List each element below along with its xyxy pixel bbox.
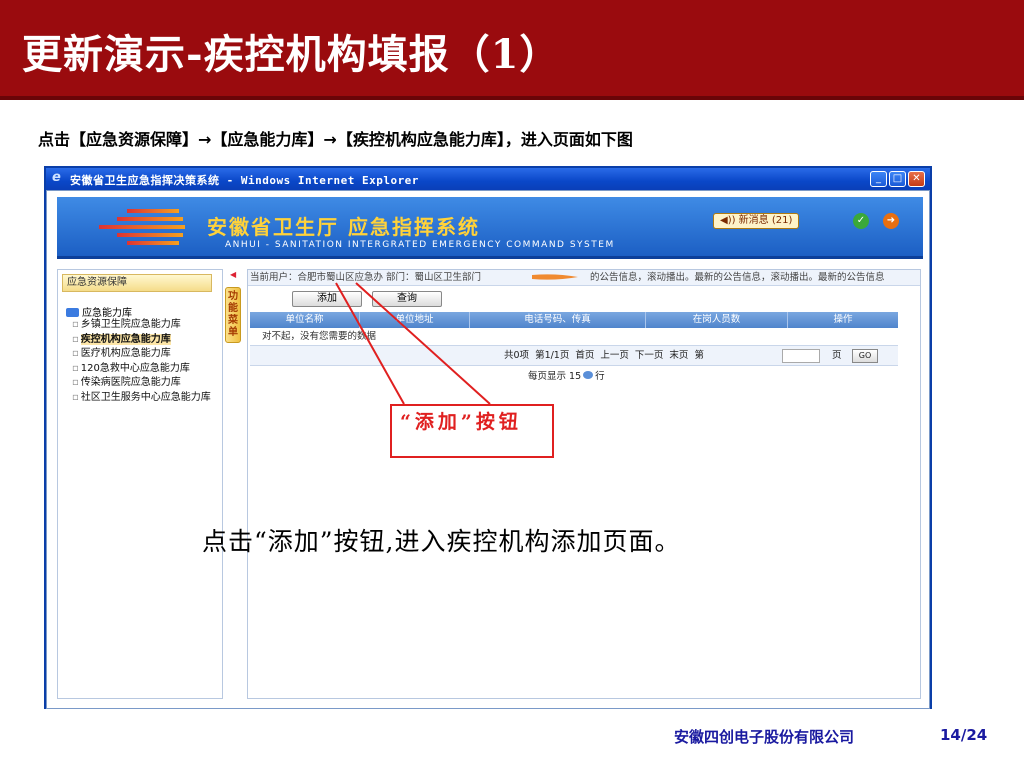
ie-logo-icon: e [52, 170, 61, 185]
sidebar: 应急资源保障 应急能力库 ▫ 乡镇卫生院应急能力库 ▫ 疾控机构应急能力库 ▫ 医疗机… [57, 269, 223, 699]
sidebar-item-medical[interactable]: ▫ 医疗机构应急能力库 [72, 347, 211, 362]
toolbar: 添加 查询 [248, 288, 920, 310]
spinner-icon[interactable] [583, 371, 594, 379]
folder-icon [66, 308, 79, 317]
collapse-arrow-icon[interactable]: ◀ [230, 270, 236, 279]
main-panel: 当前用户：合肥市蜀山区应急办 部门：蜀山区卫生部门 的公告信息，滚动播出。最新的… [247, 269, 921, 699]
current-user-info: 当前用户：合肥市蜀山区应急办 部门：蜀山区卫生部门 [250, 272, 482, 283]
ie-titlebar[interactable]: e 安徽省卫生应急指挥决策系统 - Windows Internet Explo… [46, 168, 930, 190]
sidebar-item-120[interactable]: ▫ 120急救中心应急能力库 [72, 362, 211, 377]
banner-title: 安徽省卫生厅 应急指挥系统 [207, 215, 480, 239]
slide-caption: 点击“添加”按钮,进入疾控机构添加页面。 [202, 527, 681, 556]
maximize-button[interactable]: □ [889, 171, 906, 187]
exit-icon[interactable]: ➜ [883, 213, 899, 229]
sidebar-root[interactable]: 应急能力库 [66, 304, 132, 319]
minimize-button[interactable]: _ [870, 171, 887, 187]
marquee-arrow-icon [532, 274, 578, 280]
page-number-input[interactable] [782, 349, 820, 363]
go-button[interactable]: GO [852, 349, 878, 363]
column-header[interactable]: 电话号码、传真 [470, 312, 646, 328]
sidebar-item-cdc[interactable]: ▫ 疾控机构应急能力库 [72, 333, 211, 348]
footer-page-number: 14/24 [940, 726, 988, 744]
table-header: 单位名称 单位地址 电话号码、传真 在岗人员数 操作 [250, 312, 898, 328]
add-button[interactable]: 添加 [292, 291, 362, 307]
close-button[interactable]: ✕ [908, 171, 925, 187]
column-header[interactable]: 单位地址 [360, 312, 470, 328]
column-header[interactable]: 在岗人员数 [646, 312, 788, 328]
news-badge[interactable]: ◀)) 新消息 (21) [713, 213, 800, 229]
column-header[interactable]: 单位名称 [250, 312, 360, 328]
function-menu-tab[interactable]: 功能菜单 [225, 287, 241, 343]
per-page-control[interactable]: 每页显示 15 行 [528, 368, 605, 382]
notice-marquee: 的公告信息，滚动播出。最新的公告信息，滚动播出。最新的公告信息 [590, 272, 885, 283]
user-bar: 当前用户：合肥市蜀山区应急办 部门：蜀山区卫生部门 的公告信息，滚动播出。最新的… [248, 270, 920, 286]
empty-message: 对不起，没有您需要的数据 [250, 328, 898, 346]
sidebar-item-township[interactable]: ▫ 乡镇卫生院应急能力库 [72, 318, 211, 333]
column-header[interactable]: 操作 [788, 312, 898, 328]
slide-title-bar: 更新演示-疾控机构填报（1） [0, 0, 1024, 100]
banner-subtitle: ANHUI - SANITATION INTERGRATED EMERGENCY… [225, 240, 615, 250]
app-banner: 安徽省卫生厅 应急指挥系统 ANHUI - SANITATION INTERGR… [57, 197, 923, 259]
annotation-callout: “添加”按钮 [390, 404, 554, 458]
ie-window-title: 安徽省卫生应急指挥决策系统 - Windows Internet Explore… [70, 174, 419, 187]
slide-title: 更新演示-疾控机构填报（1） [22, 31, 561, 78]
pager-text: 共0项 第1/1页 首页 上一页 下一页 末页 第 [504, 350, 704, 361]
slide: 更新演示-疾控机构填报（1） 点击【应急资源保障】→【应急能力库】→【疾控机构应… [0, 0, 1024, 768]
banner-logo-icon [99, 205, 185, 253]
check-icon[interactable]: ✓ [853, 213, 869, 229]
instruction-text: 点击【应急资源保障】→【应急能力库】→【疾控机构应急能力库】，进入页面如下图 [38, 130, 633, 149]
sidebar-item-infectious[interactable]: ▫ 传染病医院应急能力库 [72, 376, 211, 391]
page-unit-label: 页 [832, 350, 842, 361]
query-button[interactable]: 查询 [372, 291, 442, 307]
footer-company: 安徽四创电子股份有限公司 [674, 728, 855, 746]
sidebar-header[interactable]: 应急资源保障 [62, 274, 212, 292]
sidebar-item-community[interactable]: ▫ 社区卫生服务中心应急能力库 [72, 391, 211, 406]
sidebar-list: ▫ 乡镇卫生院应急能力库 ▫ 疾控机构应急能力库 ▫ 医疗机构应急能力库 ▫ 120急救… [72, 318, 211, 405]
pager: 共0项 第1/1页 首页 上一页 下一页 末页 第 页 GO [250, 346, 898, 366]
